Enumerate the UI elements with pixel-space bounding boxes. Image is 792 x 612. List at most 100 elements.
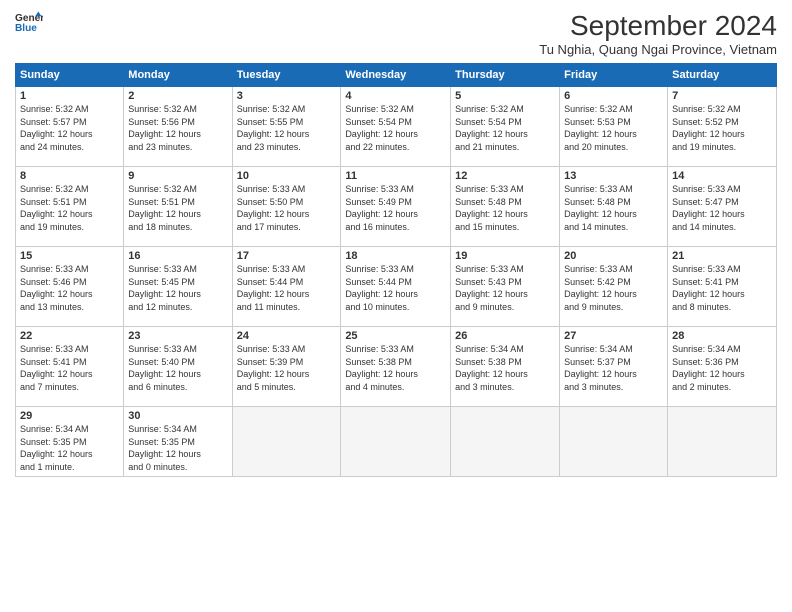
day-cell: 1Sunrise: 5:32 AMSunset: 5:57 PMDaylight… — [16, 87, 124, 167]
day-number: 23 — [128, 330, 227, 342]
week-row-4: 22Sunrise: 5:33 AMSunset: 5:41 PMDayligh… — [16, 327, 777, 407]
day-cell: 13Sunrise: 5:33 AMSunset: 5:48 PMDayligh… — [560, 167, 668, 247]
weekday-wednesday: Wednesday — [341, 64, 451, 87]
day-info: Sunrise: 5:33 AMSunset: 5:40 PMDaylight:… — [128, 343, 227, 393]
day-number: 1 — [20, 90, 119, 102]
day-number: 12 — [455, 170, 555, 182]
day-info: Sunrise: 5:33 AMSunset: 5:45 PMDaylight:… — [128, 263, 227, 313]
day-number: 26 — [455, 330, 555, 342]
day-cell: 25Sunrise: 5:33 AMSunset: 5:38 PMDayligh… — [341, 327, 451, 407]
day-info: Sunrise: 5:32 AMSunset: 5:54 PMDaylight:… — [455, 103, 555, 153]
weekday-header-row: SundayMondayTuesdayWednesdayThursdayFrid… — [16, 64, 777, 87]
day-cell: 20Sunrise: 5:33 AMSunset: 5:42 PMDayligh… — [560, 247, 668, 327]
day-cell — [232, 407, 341, 477]
day-info: Sunrise: 5:33 AMSunset: 5:46 PMDaylight:… — [20, 263, 119, 313]
day-cell: 10Sunrise: 5:33 AMSunset: 5:50 PMDayligh… — [232, 167, 341, 247]
day-cell: 15Sunrise: 5:33 AMSunset: 5:46 PMDayligh… — [16, 247, 124, 327]
day-number: 4 — [345, 90, 446, 102]
day-info: Sunrise: 5:34 AMSunset: 5:36 PMDaylight:… — [672, 343, 772, 393]
day-info: Sunrise: 5:34 AMSunset: 5:35 PMDaylight:… — [128, 423, 227, 473]
day-cell: 26Sunrise: 5:34 AMSunset: 5:38 PMDayligh… — [451, 327, 560, 407]
day-info: Sunrise: 5:34 AMSunset: 5:35 PMDaylight:… — [20, 423, 119, 473]
day-cell: 27Sunrise: 5:34 AMSunset: 5:37 PMDayligh… — [560, 327, 668, 407]
day-info: Sunrise: 5:33 AMSunset: 5:50 PMDaylight:… — [237, 183, 337, 233]
day-number: 16 — [128, 250, 227, 262]
day-number: 19 — [455, 250, 555, 262]
day-info: Sunrise: 5:33 AMSunset: 5:49 PMDaylight:… — [345, 183, 446, 233]
weekday-sunday: Sunday — [16, 64, 124, 87]
weekday-tuesday: Tuesday — [232, 64, 341, 87]
day-cell: 8Sunrise: 5:32 AMSunset: 5:51 PMDaylight… — [16, 167, 124, 247]
month-title: September 2024 — [539, 10, 777, 42]
day-cell: 5Sunrise: 5:32 AMSunset: 5:54 PMDaylight… — [451, 87, 560, 167]
week-row-5: 29Sunrise: 5:34 AMSunset: 5:35 PMDayligh… — [16, 407, 777, 477]
day-cell: 28Sunrise: 5:34 AMSunset: 5:36 PMDayligh… — [668, 327, 777, 407]
weekday-thursday: Thursday — [451, 64, 560, 87]
day-number: 14 — [672, 170, 772, 182]
day-number: 20 — [564, 250, 663, 262]
weekday-saturday: Saturday — [668, 64, 777, 87]
day-cell: 29Sunrise: 5:34 AMSunset: 5:35 PMDayligh… — [16, 407, 124, 477]
day-info: Sunrise: 5:32 AMSunset: 5:53 PMDaylight:… — [564, 103, 663, 153]
day-cell: 7Sunrise: 5:32 AMSunset: 5:52 PMDaylight… — [668, 87, 777, 167]
day-info: Sunrise: 5:34 AMSunset: 5:37 PMDaylight:… — [564, 343, 663, 393]
day-info: Sunrise: 5:33 AMSunset: 5:48 PMDaylight:… — [564, 183, 663, 233]
day-info: Sunrise: 5:33 AMSunset: 5:42 PMDaylight:… — [564, 263, 663, 313]
day-cell: 6Sunrise: 5:32 AMSunset: 5:53 PMDaylight… — [560, 87, 668, 167]
logo: General Blue — [15, 10, 43, 38]
day-number: 17 — [237, 250, 337, 262]
day-info: Sunrise: 5:33 AMSunset: 5:44 PMDaylight:… — [237, 263, 337, 313]
header: General Blue September 2024 Tu Nghia, Qu… — [15, 10, 777, 57]
day-cell: 19Sunrise: 5:33 AMSunset: 5:43 PMDayligh… — [451, 247, 560, 327]
day-number: 24 — [237, 330, 337, 342]
day-number: 8 — [20, 170, 119, 182]
day-info: Sunrise: 5:32 AMSunset: 5:55 PMDaylight:… — [237, 103, 337, 153]
svg-text:Blue: Blue — [15, 23, 37, 34]
day-cell: 23Sunrise: 5:33 AMSunset: 5:40 PMDayligh… — [124, 327, 232, 407]
day-info: Sunrise: 5:33 AMSunset: 5:44 PMDaylight:… — [345, 263, 446, 313]
day-info: Sunrise: 5:33 AMSunset: 5:39 PMDaylight:… — [237, 343, 337, 393]
day-info: Sunrise: 5:32 AMSunset: 5:51 PMDaylight:… — [20, 183, 119, 233]
title-area: September 2024 Tu Nghia, Quang Ngai Prov… — [539, 10, 777, 57]
day-cell: 18Sunrise: 5:33 AMSunset: 5:44 PMDayligh… — [341, 247, 451, 327]
weekday-monday: Monday — [124, 64, 232, 87]
day-cell: 12Sunrise: 5:33 AMSunset: 5:48 PMDayligh… — [451, 167, 560, 247]
day-info: Sunrise: 5:33 AMSunset: 5:41 PMDaylight:… — [672, 263, 772, 313]
day-cell: 22Sunrise: 5:33 AMSunset: 5:41 PMDayligh… — [16, 327, 124, 407]
day-number: 29 — [20, 410, 119, 422]
day-number: 13 — [564, 170, 663, 182]
day-number: 18 — [345, 250, 446, 262]
day-number: 3 — [237, 90, 337, 102]
day-cell: 11Sunrise: 5:33 AMSunset: 5:49 PMDayligh… — [341, 167, 451, 247]
day-cell — [668, 407, 777, 477]
day-number: 7 — [672, 90, 772, 102]
page: General Blue September 2024 Tu Nghia, Qu… — [0, 0, 792, 487]
day-cell: 2Sunrise: 5:32 AMSunset: 5:56 PMDaylight… — [124, 87, 232, 167]
day-number: 25 — [345, 330, 446, 342]
calendar-body: 1Sunrise: 5:32 AMSunset: 5:57 PMDaylight… — [16, 87, 777, 477]
day-info: Sunrise: 5:33 AMSunset: 5:41 PMDaylight:… — [20, 343, 119, 393]
weekday-friday: Friday — [560, 64, 668, 87]
day-number: 27 — [564, 330, 663, 342]
day-cell — [341, 407, 451, 477]
day-cell: 16Sunrise: 5:33 AMSunset: 5:45 PMDayligh… — [124, 247, 232, 327]
day-number: 10 — [237, 170, 337, 182]
day-info: Sunrise: 5:32 AMSunset: 5:57 PMDaylight:… — [20, 103, 119, 153]
day-cell — [560, 407, 668, 477]
day-info: Sunrise: 5:32 AMSunset: 5:54 PMDaylight:… — [345, 103, 446, 153]
logo-icon: General Blue — [15, 10, 43, 38]
day-info: Sunrise: 5:33 AMSunset: 5:43 PMDaylight:… — [455, 263, 555, 313]
day-info: Sunrise: 5:33 AMSunset: 5:47 PMDaylight:… — [672, 183, 772, 233]
day-number: 22 — [20, 330, 119, 342]
location-title: Tu Nghia, Quang Ngai Province, Vietnam — [539, 42, 777, 57]
day-number: 6 — [564, 90, 663, 102]
day-cell: 30Sunrise: 5:34 AMSunset: 5:35 PMDayligh… — [124, 407, 232, 477]
day-cell: 4Sunrise: 5:32 AMSunset: 5:54 PMDaylight… — [341, 87, 451, 167]
day-cell: 24Sunrise: 5:33 AMSunset: 5:39 PMDayligh… — [232, 327, 341, 407]
week-row-2: 8Sunrise: 5:32 AMSunset: 5:51 PMDaylight… — [16, 167, 777, 247]
day-cell: 14Sunrise: 5:33 AMSunset: 5:47 PMDayligh… — [668, 167, 777, 247]
day-number: 15 — [20, 250, 119, 262]
week-row-3: 15Sunrise: 5:33 AMSunset: 5:46 PMDayligh… — [16, 247, 777, 327]
day-info: Sunrise: 5:32 AMSunset: 5:51 PMDaylight:… — [128, 183, 227, 233]
day-cell: 3Sunrise: 5:32 AMSunset: 5:55 PMDaylight… — [232, 87, 341, 167]
